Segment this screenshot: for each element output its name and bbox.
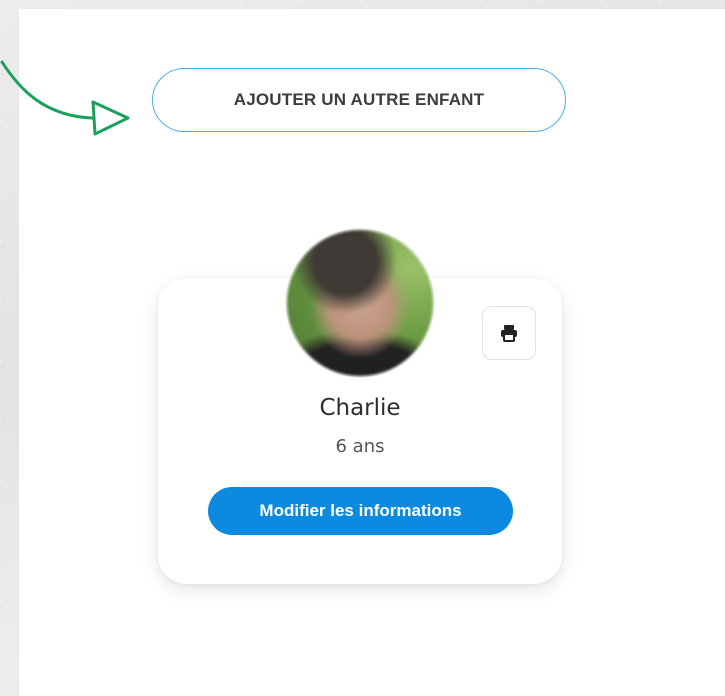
add-another-child-button[interactable]: AJOUTER UN AUTRE ENFANT bbox=[152, 68, 566, 132]
print-button[interactable] bbox=[482, 306, 536, 360]
child-age: 6 ans bbox=[335, 436, 385, 457]
child-name: Charlie bbox=[319, 395, 401, 421]
child-avatar bbox=[287, 230, 433, 376]
edit-info-button[interactable]: Modifier les informations bbox=[208, 487, 513, 535]
arrow-annotation-icon bbox=[0, 60, 130, 136]
printer-icon bbox=[501, 325, 517, 342]
